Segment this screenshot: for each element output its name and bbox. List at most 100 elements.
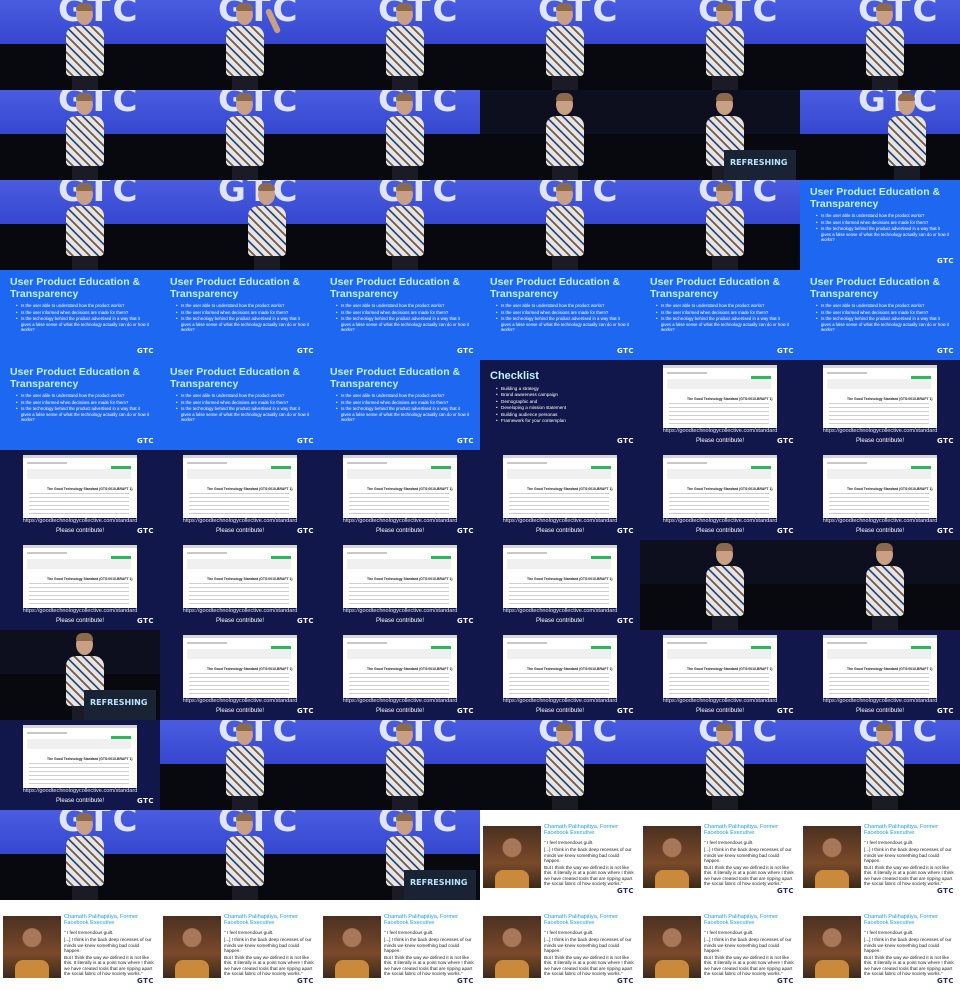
stage-frame: GTC bbox=[160, 180, 320, 270]
speaker bbox=[546, 3, 586, 90]
standard-url: https://goodtechnologycollective.com/sta… bbox=[22, 608, 138, 614]
slide-quote: Chamath Palihapitiya, Former Facebook Ex… bbox=[320, 900, 480, 990]
stage-frame: GTC bbox=[480, 180, 640, 270]
standard-url: https://goodtechnologycollective.com/sta… bbox=[822, 518, 938, 524]
bullet-item: Is the user able to understand how the p… bbox=[16, 393, 150, 399]
slide-website: The Good Technology Standard (GTS:0010-B… bbox=[800, 630, 960, 720]
stage-frame: GTC bbox=[0, 90, 160, 180]
standard-url: https://goodtechnologycollective.com/sta… bbox=[182, 518, 298, 524]
gtc-logo: GTC bbox=[296, 617, 314, 625]
bullet-item: Is the user informed when decisions are … bbox=[336, 400, 470, 406]
standard-url: https://goodtechnologycollective.com/sta… bbox=[342, 518, 458, 524]
speaker bbox=[386, 183, 426, 270]
thumbnail-sheet: GTC GTC GTC GTC GTC GTC GTC GTC GTC REFR… bbox=[0, 0, 960, 990]
bullet-list: Is the user able to understand how the p… bbox=[16, 303, 150, 333]
bullet-item: Is the technology behind the product adv… bbox=[336, 316, 470, 333]
gtc-logo: GTC bbox=[296, 707, 314, 715]
slide-title: User Product Education & Transparency bbox=[810, 276, 941, 300]
quote-text: " I feel tremendous guilt. [...] I think… bbox=[704, 930, 794, 978]
bullet-list: Is the user able to understand how the p… bbox=[176, 393, 310, 423]
slide-title: User Product Education & Transparency bbox=[650, 276, 781, 300]
quote-paragraph: [...] I think in the back deep recesses … bbox=[384, 937, 472, 953]
bullet-item: Is the user informed when decisions are … bbox=[16, 310, 150, 316]
stage-floor bbox=[800, 134, 960, 180]
slide-title: User Product Education & Transparency bbox=[810, 186, 941, 210]
quote-paragraph: But I think the way we defined it is not… bbox=[544, 865, 634, 887]
slide-website: The Good Technology Standard (GTS:0010-B… bbox=[800, 360, 960, 450]
standard-url: https://goodtechnologycollective.com/sta… bbox=[662, 698, 778, 704]
website-screenshot: The Good Technology Standard (GTS:0010-B… bbox=[823, 635, 937, 698]
bullet-item: Is the technology behind the product adv… bbox=[336, 406, 470, 423]
gtc-logo: GTC bbox=[296, 527, 314, 535]
slide-title: User Product Education & Transparency bbox=[330, 276, 461, 300]
quote-text: " I feel tremendous guilt. [...] I think… bbox=[544, 930, 634, 978]
speaker bbox=[66, 183, 106, 270]
standard-url: https://goodtechnologycollective.com/sta… bbox=[662, 428, 778, 434]
website-screenshot: The Good Technology Standard (GTS:0010-B… bbox=[663, 365, 777, 428]
speaker bbox=[66, 3, 106, 90]
slide-education: User Product Education & Transparency Is… bbox=[800, 180, 960, 270]
podium-label: REFRESHING bbox=[730, 158, 788, 167]
website-heading: The Good Technology Standard (GTS:0010-B… bbox=[207, 577, 293, 581]
stage-frame: GTC bbox=[640, 0, 800, 90]
slide-quote: Chamath Palihapitiya, Former Facebook Ex… bbox=[640, 900, 800, 990]
speaker bbox=[866, 543, 906, 630]
bullet-item: Is the user able to understand how the p… bbox=[16, 303, 150, 309]
slide-website: The Good Technology Standard (GTS:0010-B… bbox=[160, 630, 320, 720]
quote-paragraph: But I think the way we defined it is not… bbox=[704, 955, 794, 977]
quote-paragraph: But I think the way we defined it is not… bbox=[544, 955, 634, 977]
gtc-logo: GTC bbox=[776, 887, 794, 895]
slide-quote: Chamath Palihapitiya, Former Facebook Ex… bbox=[160, 900, 320, 990]
gtc-logo: GTC bbox=[136, 347, 154, 355]
speaker-photo bbox=[3, 916, 61, 978]
quote-text: " I feel tremendous guilt. [...] I think… bbox=[544, 840, 634, 888]
slide-education: User Product Education & Transparency Is… bbox=[160, 270, 320, 360]
speaker bbox=[706, 183, 746, 270]
bullet-item: Is the technology behind the product adv… bbox=[16, 316, 150, 333]
website-heading: The Good Technology Standard (GTS:0010-B… bbox=[367, 667, 453, 671]
gtc-logo: GTC bbox=[616, 347, 634, 355]
speaker bbox=[66, 93, 106, 180]
quote-paragraph: But I think the way we defined it is not… bbox=[864, 955, 954, 977]
slide-education: User Product Education & Transparency Is… bbox=[0, 270, 160, 360]
bullet-item: Is the user informed when decisions are … bbox=[16, 400, 150, 406]
standard-url: https://goodtechnologycollective.com/sta… bbox=[182, 698, 298, 704]
website-screenshot: The Good Technology Standard (GTS:0010-B… bbox=[183, 635, 297, 698]
website-heading: The Good Technology Standard (GTS:0010-B… bbox=[47, 577, 133, 581]
bullet-list: Is the user able to understand how the p… bbox=[816, 303, 950, 333]
gtc-logo: GTC bbox=[456, 437, 474, 445]
slide-quote: Chamath Palihapitiya, Former Facebook Ex… bbox=[800, 900, 960, 990]
website-heading: The Good Technology Standard (GTS:0010-B… bbox=[47, 757, 133, 761]
stage-frame: GTC bbox=[800, 90, 960, 180]
stage-frame: GTC REFRESHING bbox=[640, 90, 800, 180]
quote-text: " I feel tremendous guilt. [...] I think… bbox=[224, 930, 314, 978]
gtc-logo: GTC bbox=[456, 347, 474, 355]
quote-paragraph: But I think the way we defined it is not… bbox=[64, 955, 154, 977]
bullet-list: Is the user able to understand how the p… bbox=[176, 303, 310, 333]
quote-paragraph: " I feel tremendous guilt. bbox=[704, 840, 754, 845]
website-heading: The Good Technology Standard (GTS:0010-B… bbox=[207, 667, 293, 671]
slide-title: User Product Education & Transparency bbox=[490, 276, 621, 300]
slide-website: The Good Technology Standard (GTS:0010-B… bbox=[320, 540, 480, 630]
gtc-logo: GTC bbox=[296, 977, 314, 985]
standard-url: https://goodtechnologycollective.com/sta… bbox=[822, 428, 938, 434]
bullet-item: Is the user informed when decisions are … bbox=[336, 310, 470, 316]
gtc-logo: GTC bbox=[776, 707, 794, 715]
slide-website: The Good Technology Standard (GTS:0010-B… bbox=[480, 630, 640, 720]
quote-paragraph: [...] I think in the back deep recesses … bbox=[224, 937, 312, 953]
slide-website: The Good Technology Standard (GTS:0010-B… bbox=[320, 630, 480, 720]
website-heading: The Good Technology Standard (GTS:0010-B… bbox=[367, 577, 453, 581]
bullet-item: Is the user able to understand how the p… bbox=[496, 303, 630, 309]
stage-frame: GTC bbox=[640, 180, 800, 270]
speaker-photo bbox=[643, 916, 701, 978]
gtc-logo: GTC bbox=[136, 527, 154, 535]
slide-website: The Good Technology Standard (GTS:0010-B… bbox=[480, 450, 640, 540]
slide-title: User Product Education & Transparency bbox=[170, 366, 301, 390]
quote-paragraph: [...] I think in the back deep recesses … bbox=[544, 847, 632, 863]
website-heading: The Good Technology Standard (GTS:0010-B… bbox=[527, 577, 613, 581]
bullet-item: Is the user informed when decisions are … bbox=[816, 220, 950, 226]
bullet-item: Is the technology behind the product adv… bbox=[816, 226, 950, 243]
speaker-photo bbox=[163, 916, 221, 978]
standard-url: https://goodtechnologycollective.com/sta… bbox=[822, 698, 938, 704]
speaker bbox=[226, 813, 266, 900]
